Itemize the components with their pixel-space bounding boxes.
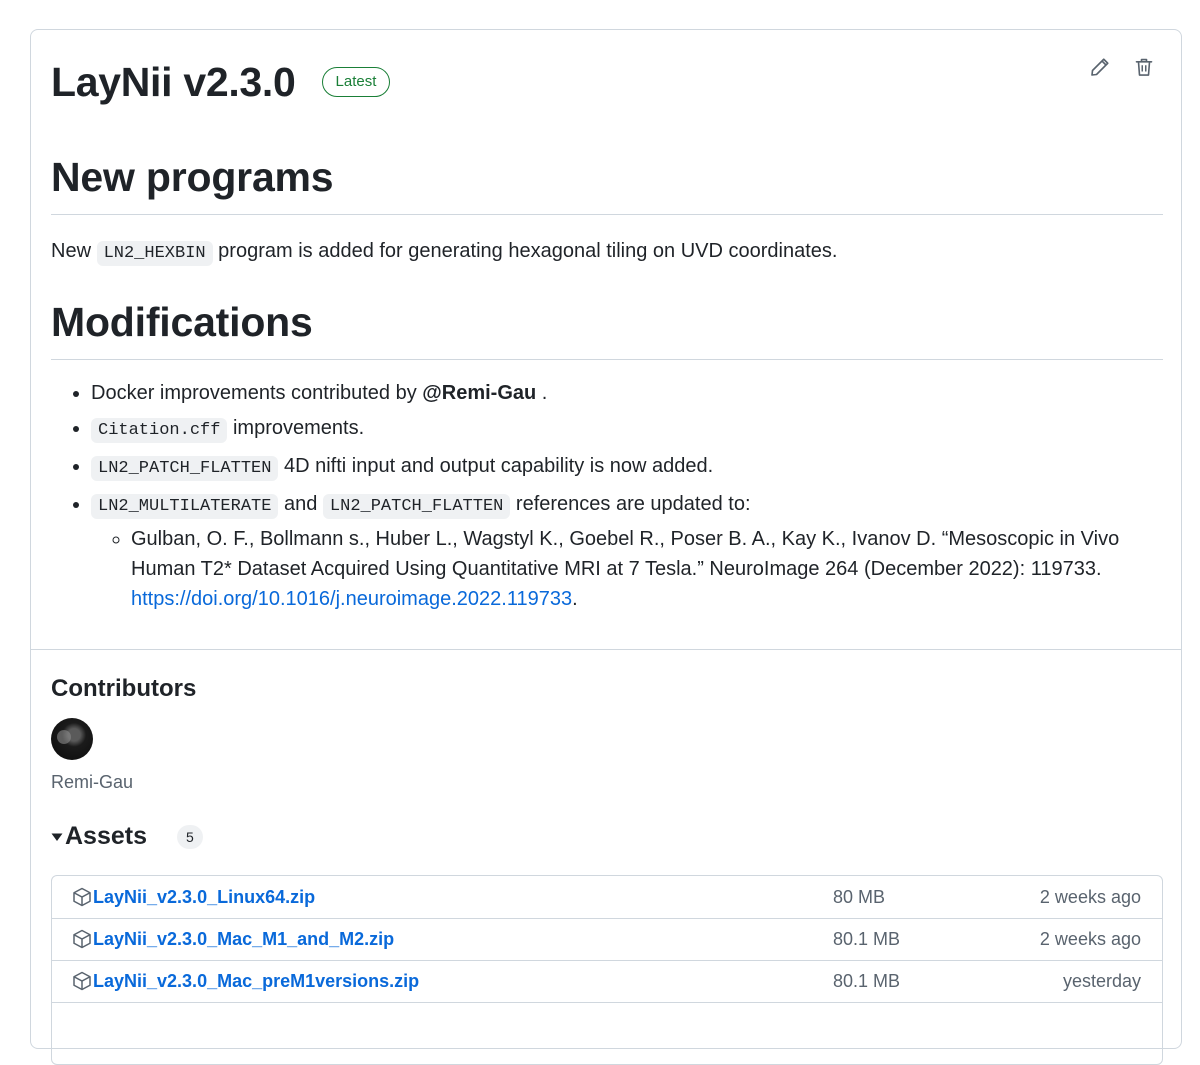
text: improvements. (227, 417, 365, 439)
package-icon (73, 971, 91, 991)
table-row: LayNii_v2.3.0_Mac_preM1versions.zip 80.1… (52, 960, 1162, 1003)
release-title: LayNii v2.3.0 (51, 59, 296, 105)
contributor-name: Remi-Gau (51, 772, 134, 792)
text: 4D nifti input and output capability is … (278, 455, 714, 477)
heading-rule (51, 214, 1163, 215)
citation-list: Gulban, O. F., Bollmann s., Huber L., Wa… (91, 524, 1181, 614)
pencil-icon (1091, 58, 1109, 76)
package-icon (73, 929, 91, 949)
list-item: Citation.cff improvements. (91, 413, 1181, 446)
asset-date: yesterday (1062, 970, 1141, 991)
asset-link[interactable]: LayNii_v2.3.0_Linux64.zip (93, 887, 315, 908)
edit-button[interactable] (1089, 56, 1111, 78)
text: . (536, 382, 548, 404)
table-row: LayNii_v2.3.0_Linux64.zip 80 MB 2 weeks … (52, 876, 1162, 919)
asset-link[interactable]: LayNii_v2.3.0_Mac_preM1versions.zip (93, 971, 419, 992)
citation-text: Gulban, O. F., Bollmann s., Huber L., Wa… (131, 528, 1120, 580)
heading-rule (51, 359, 1163, 360)
doi-link[interactable]: https://doi.org/10.1016/j.neuroimage.202… (131, 588, 572, 610)
text: references are updated to: (510, 493, 751, 515)
asset-size: 80 MB (833, 886, 886, 907)
list-item: LN2_PATCH_FLATTEN 4D nifti input and out… (91, 451, 1181, 484)
list-item: LN2_MULTILATERATE and LN2_PATCH_FLATTEN … (91, 489, 1181, 614)
assets-heading: Assets (65, 822, 147, 850)
assets-list: LayNii_v2.3.0_Linux64.zip 80 MB 2 weeks … (51, 875, 1163, 1065)
asset-size: 80.1 MB (833, 970, 901, 991)
modifications-list: Docker improvements contributed by @Remi… (51, 378, 1181, 619)
new-programs-paragraph: New LN2_HEXBIN program is added for gene… (51, 237, 837, 268)
contributors-heading: Contributors (51, 675, 197, 702)
inline-code: Citation.cff (91, 418, 228, 443)
inline-code: LN2_PATCH_FLATTEN (91, 456, 279, 481)
asset-size: 80.1 MB (833, 928, 901, 949)
table-row: LayNii_v2.3.0_Mac_M1_and_M2.zip 80.1 MB … (52, 918, 1162, 961)
asset-date: 2 weeks ago (1039, 886, 1141, 907)
delete-button[interactable] (1133, 56, 1155, 78)
section-divider (31, 649, 1181, 650)
text: and (278, 493, 323, 515)
list-item: Docker improvements contributed by @Remi… (91, 378, 1181, 408)
text: Docker improvements contributed by (91, 382, 423, 404)
citation-item: Gulban, O. F., Bollmann s., Huber L., Wa… (131, 524, 1181, 614)
release-card: LayNii v2.3.0 Latest New programs New LN… (30, 29, 1182, 1065)
text: program is added for generating hexagona… (212, 240, 838, 262)
avatar[interactable] (51, 718, 93, 760)
text: . (572, 588, 578, 610)
asset-link[interactable]: LayNii_v2.3.0_Mac_M1_and_M2.zip (93, 929, 394, 950)
heading-modifications: Modifications (51, 299, 313, 345)
package-icon (73, 887, 91, 907)
assets-toggle[interactable]: Assets 5 (51, 822, 203, 851)
heading-new-programs: New programs (51, 154, 334, 200)
inline-code: LN2_MULTILATERATE (91, 494, 279, 519)
inline-code: LN2_HEXBIN (96, 241, 213, 266)
release-actions (1089, 56, 1155, 78)
assets-count-badge: 5 (177, 824, 203, 849)
latest-badge: Latest (321, 67, 391, 97)
trash-icon (1135, 58, 1153, 76)
text: New (51, 240, 97, 262)
user-mention-link[interactable]: @Remi-Gau (422, 382, 536, 404)
inline-code: LN2_PATCH_FLATTEN (322, 494, 511, 519)
asset-date: 2 weeks ago (1039, 928, 1141, 949)
triangle-down-icon (51, 833, 63, 841)
release-header: LayNii v2.3.0 Latest (51, 58, 391, 106)
